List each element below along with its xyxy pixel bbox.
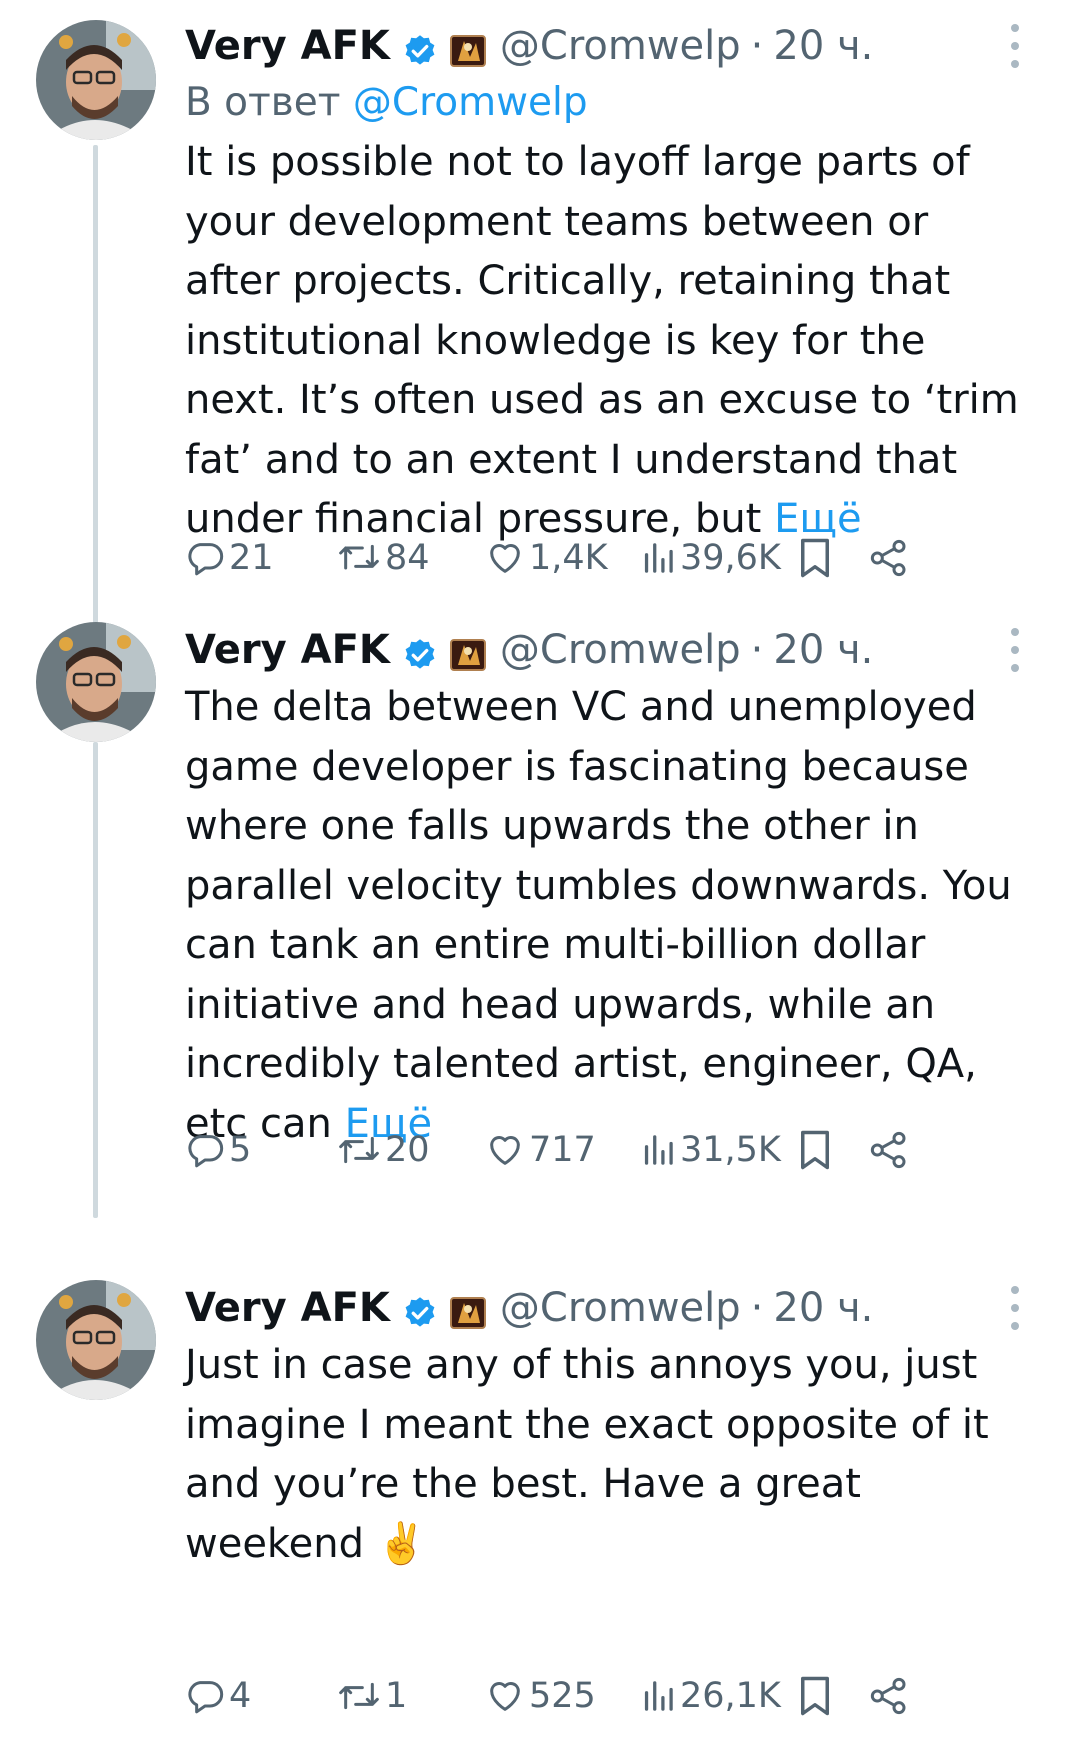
share-icon [870, 1677, 906, 1715]
bookmark-button[interactable] [797, 1120, 833, 1180]
heart-icon [490, 1682, 520, 1711]
retweet-button[interactable]: 1 [337, 1666, 407, 1726]
retweet-count: 84 [385, 538, 430, 578]
like-button[interactable]: 1,4K [485, 528, 608, 588]
author-handle[interactable]: @Cromwelp [500, 622, 741, 678]
separator: · [750, 627, 764, 673]
tweet-body: It is possible not to layoff large parts… [185, 139, 1019, 542]
tweet-header: Very AFK @Cromwelp · 20 ч. [185, 1280, 1035, 1336]
author-name[interactable]: Very AFK [185, 18, 390, 74]
retweet-icon [339, 544, 379, 570]
like-count: 525 [529, 1676, 596, 1716]
timestamp[interactable]: 20 ч. [773, 622, 873, 678]
bookmark-icon [801, 1676, 829, 1716]
reply-context: В ответ @Cromwelp [185, 74, 1035, 132]
reply-count: 5 [229, 1130, 252, 1170]
reply-prefix: В ответ [185, 80, 341, 125]
tweet-body: Just in case any of this annoys you, jus… [185, 1342, 989, 1567]
reply-icon [188, 1135, 224, 1168]
affiliate-logo-icon[interactable] [449, 28, 486, 67]
like-count: 1,4K [529, 538, 608, 578]
like-button[interactable]: 717 [485, 1120, 596, 1180]
view-count: 39,6K [680, 538, 781, 578]
bookmark-button[interactable] [797, 528, 833, 588]
timestamp[interactable]: 20 ч. [773, 18, 873, 74]
retweet-count: 20 [385, 1130, 430, 1170]
retweet-icon [339, 1682, 379, 1710]
action-bar: 21 84 1,4K 39,6K [185, 528, 1015, 588]
timestamp[interactable]: 20 ч. [773, 1280, 873, 1336]
reply-icon [188, 1681, 224, 1714]
view-count: 26,1K [680, 1676, 781, 1716]
share-button[interactable] [869, 1666, 909, 1726]
tweet-text: Just in case any of this annoys you, jus… [185, 1336, 1035, 1574]
affiliate-logo-icon[interactable] [449, 1290, 486, 1329]
bookmark-button[interactable] [797, 1666, 833, 1726]
retweet-button[interactable]: 20 [337, 1120, 430, 1180]
reply-button[interactable]: 21 [185, 528, 274, 588]
reply-icon [188, 543, 224, 576]
views-button[interactable]: 39,6K [640, 528, 781, 588]
reply-button[interactable]: 5 [185, 1120, 251, 1180]
bookmark-icon [801, 538, 829, 578]
retweet-count: 1 [385, 1676, 408, 1716]
reply-mention-link[interactable]: @Cromwelp [353, 80, 588, 125]
tweet-body: The delta between VC and unemployed game… [185, 684, 1012, 1147]
view-count: 31,5K [680, 1130, 781, 1170]
views-icon [644, 1135, 673, 1165]
action-bar: 5 20 717 31,5K [185, 1120, 1015, 1180]
verified-badge-icon [402, 28, 438, 65]
affiliate-logo-icon[interactable] [449, 632, 486, 671]
avatar[interactable] [36, 1280, 156, 1400]
tweet-header: Very AFK @Cromwelp · 20 ч. [185, 18, 1035, 74]
tweet-header: Very AFK @Cromwelp · 20 ч. [185, 622, 1035, 678]
like-count: 717 [529, 1130, 596, 1170]
retweet-icon [339, 1136, 379, 1164]
share-button[interactable] [869, 1120, 909, 1180]
separator: · [750, 1285, 764, 1331]
share-icon [870, 539, 906, 577]
reply-button[interactable]: 4 [185, 1666, 251, 1726]
verified-badge-icon [402, 1290, 438, 1327]
heart-icon [490, 1136, 520, 1165]
views-icon [644, 543, 673, 573]
reply-count: 21 [229, 538, 274, 578]
views-icon [644, 1681, 673, 1711]
action-bar: 4 1 525 26,1K [185, 1666, 1015, 1726]
retweet-button[interactable]: 84 [337, 528, 430, 588]
verified-badge-icon [402, 632, 438, 669]
thread-line [93, 145, 98, 625]
thread-line [93, 742, 98, 1218]
author-name[interactable]: Very AFK [185, 1280, 390, 1336]
avatar[interactable] [36, 622, 156, 742]
heart-icon [490, 544, 520, 573]
views-button[interactable]: 26,1K [640, 1666, 781, 1726]
bookmark-icon [801, 1130, 829, 1170]
like-button[interactable]: 525 [485, 1666, 596, 1726]
views-button[interactable]: 31,5K [640, 1120, 781, 1180]
tweet-text: The delta between VC and unemployed game… [185, 678, 1035, 1154]
author-handle[interactable]: @Cromwelp [500, 18, 741, 74]
share-button[interactable] [869, 528, 909, 588]
more-vertical-icon[interactable] [995, 1286, 1035, 1330]
avatar[interactable] [36, 20, 156, 140]
share-icon [870, 1131, 906, 1169]
author-handle[interactable]: @Cromwelp [500, 1280, 741, 1336]
separator: · [750, 23, 764, 69]
more-vertical-icon[interactable] [995, 24, 1035, 68]
author-name[interactable]: Very AFK [185, 622, 390, 678]
reply-count: 4 [229, 1676, 252, 1716]
tweet-text: It is possible not to layoff large parts… [185, 133, 1035, 550]
more-vertical-icon[interactable] [995, 628, 1035, 672]
